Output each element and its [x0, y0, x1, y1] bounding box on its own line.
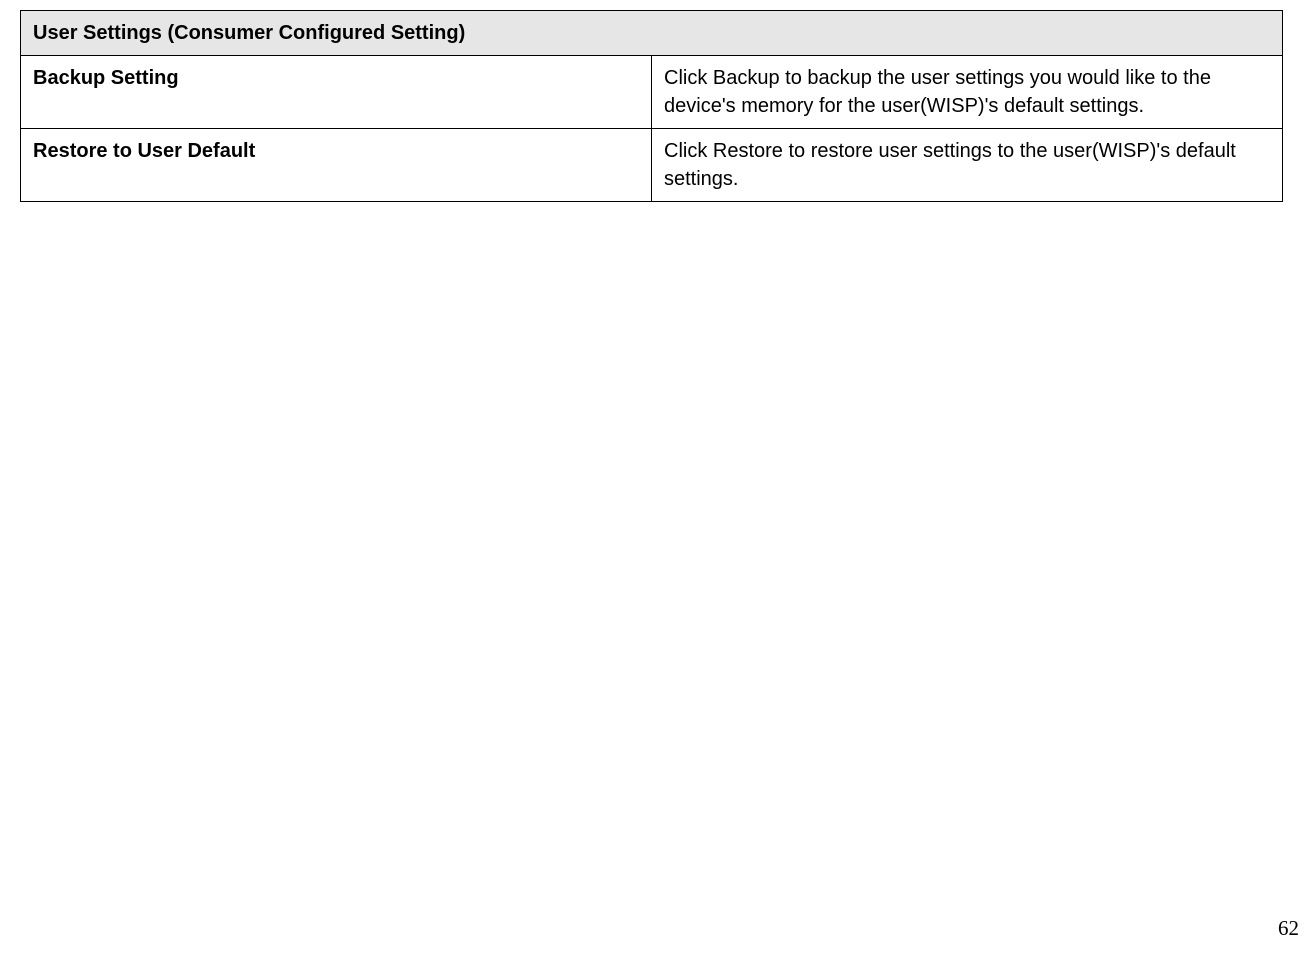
table-row: Restore to User Default Click Restore to… [21, 129, 1283, 202]
row-label: Restore to User Default [21, 129, 652, 202]
table-header-row: User Settings (Consumer Configured Setti… [21, 11, 1283, 56]
table-header: User Settings (Consumer Configured Setti… [21, 11, 1283, 56]
table-row: Backup Setting Click Backup to backup th… [21, 56, 1283, 129]
row-label: Backup Setting [21, 56, 652, 129]
page-number: 62 [1278, 916, 1299, 941]
row-description: Click Backup to backup the user settings… [652, 56, 1283, 129]
row-description: Click Restore to restore user settings t… [652, 129, 1283, 202]
user-settings-table: User Settings (Consumer Configured Setti… [20, 10, 1283, 202]
